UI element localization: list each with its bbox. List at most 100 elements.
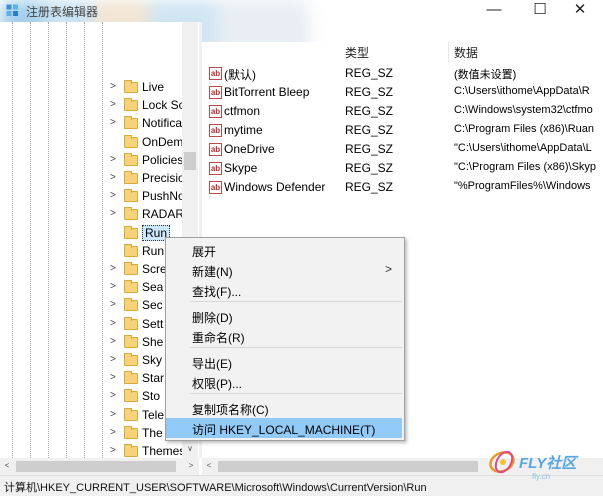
value-row[interactable]: ab ctfmon REG_SZ C:\Windows\system32\ctfmo [202,102,603,121]
tree-item-label: She [142,334,164,349]
expand-chevron-icon[interactable]: > [110,427,120,438]
value-type: REG_SZ [345,66,394,80]
expand-chevron-icon[interactable]: > [110,390,120,401]
tree-item-label: Themes [142,444,184,458]
expand-chevron-icon[interactable]: > [110,263,120,274]
context-menu-separator [190,347,402,348]
expand-chevron-icon[interactable]: > [110,372,120,383]
tree-item[interactable]: > Precisio [110,170,184,188]
context-menu-item[interactable]: 删除(D) [166,306,402,326]
tree-item-label: OnDem [142,134,184,149]
expand-chevron-icon[interactable]: > [110,354,120,365]
tree-guide-line [30,22,31,458]
tree-scroll-thumb[interactable] [184,152,196,170]
current-key-path: 计算机\HKEY_CURRENT_USER\SOFTWARE\Microsoft… [4,482,427,494]
value-row[interactable]: ab mytime REG_SZ C:\Program Files (x86)\Rua… [202,121,603,140]
value-name: (默认) [224,68,256,82]
value-name: BitTorrent Bleep [224,85,310,99]
tree-item-label: Policies [142,152,184,167]
value-data: C:\Windows\system32\ctfmo [454,104,593,116]
context-menu-item[interactable]: 导出(E) [166,352,402,372]
value-data: C:\Users\ithome\AppData\R [454,85,590,97]
value-name: mytime [224,123,263,137]
value-row[interactable]: ab BitTorrent Bleep REG_SZ C:\Users\ithome\… [202,83,603,102]
expand-chevron-icon[interactable]: > [110,281,120,292]
tree-horizontal-scrollbar[interactable]: < > [0,458,199,475]
expand-chevron-icon[interactable]: > [110,318,120,329]
tree-item-label: Lock Sc [142,98,184,113]
tree-item-label: Notifica [142,116,183,131]
tree-item-label: Tele [142,407,165,422]
folder-icon [124,152,138,166]
tree-item[interactable]: > Notifica [110,115,184,133]
tree-item[interactable]: > PushNo [110,188,184,206]
folder-icon [124,334,138,348]
value-name: ctfmon [224,104,261,118]
tree-item[interactable]: > Policies [110,152,184,170]
value-type: REG_SZ [345,142,394,156]
expand-chevron-icon[interactable]: > [110,117,120,128]
context-menu-item[interactable]: 复制项名称(C) [166,398,402,418]
list-hscroll-thumb[interactable] [218,461,478,472]
expand-chevron-icon[interactable]: > [110,299,120,310]
tree-hscroll-thumb[interactable] [16,461,176,472]
value-type: REG_SZ [345,161,394,175]
value-name: Windows Defender [224,180,326,194]
tree-item[interactable]: > Live [110,79,184,97]
expand-chevron-icon[interactable]: > [110,154,120,165]
context-menu-separator [190,393,402,394]
context-menu-item-label: 导出(E) [192,357,232,371]
context-menu-item[interactable]: 访问 HKEY_LOCAL_MACHINE(T) [166,418,402,438]
folder-icon [124,116,138,130]
string-value-icon: ab [209,143,222,156]
folder-icon [124,262,138,275]
close-button[interactable]: ✕ [557,0,603,22]
context-menu-item[interactable]: 查找(F)... [166,280,402,300]
tree-item-label: RADAR [142,207,184,222]
scroll-down-icon[interactable]: ∨ [184,444,196,456]
minimize-button[interactable]: — [471,0,517,22]
tree-item[interactable]: > Lock Sc [110,97,184,115]
context-menu-item[interactable]: 展开 [166,240,402,260]
folder-icon [124,371,138,385]
value-type: REG_SZ [345,123,394,137]
expand-chevron-icon[interactable]: > [110,409,120,420]
context-menu-item[interactable]: 重命名(R) [166,326,402,346]
context-menu-item-label: 展开 [192,245,217,259]
column-header-type[interactable]: 类型 [345,44,369,61]
folder-icon [124,134,138,148]
context-menu-separator [190,301,402,302]
submenu-arrow-icon: > [384,262,392,276]
expand-chevron-icon[interactable]: > [110,81,120,92]
column-separator[interactable] [448,42,449,62]
list-header: 类型 数据 [202,42,603,62]
value-data: "C:\Users\ithome\AppData\L [454,142,592,154]
expand-chevron-icon[interactable]: > [110,99,120,110]
value-type: REG_SZ [345,180,394,194]
context-menu-item[interactable]: 权限(P)... [166,372,402,392]
value-data: "C:\Program Files (x86)\Skyp [454,161,597,173]
scroll-right-icon[interactable]: > [186,461,196,470]
watermark-text: FLY社区 [519,455,577,472]
tree-guide-line [12,22,13,458]
value-row[interactable]: ab Windows Defender REG_SZ "%ProgramFiles%\… [202,178,603,197]
value-row[interactable]: ab (默认) REG_SZ (数值未设置) [202,64,603,83]
value-row[interactable]: ab Skype REG_SZ "C:\Program Files (x86)\Sky… [202,159,603,178]
context-menu-item-label: 权限(P)... [192,377,242,391]
column-header-data[interactable]: 数据 [454,44,478,61]
scroll-left-icon[interactable]: < [204,461,214,470]
tree-item[interactable]: OnDem [110,134,184,152]
string-value-icon: ab [209,124,222,137]
scroll-left-icon[interactable]: < [2,461,12,470]
value-data: "%ProgramFiles%\Windows [454,180,591,192]
tree-item[interactable]: > RADAR [110,206,184,224]
expand-chevron-icon[interactable]: > [110,208,120,219]
expand-chevron-icon[interactable]: > [110,172,120,183]
string-value-icon: ab [209,162,222,175]
context-menu-item[interactable]: 新建(N) > [166,260,402,280]
folder-icon [124,353,138,366]
expand-chevron-icon[interactable]: > [110,190,120,201]
expand-chevron-icon[interactable]: > [110,336,120,347]
value-row[interactable]: ab OneDrive REG_SZ "C:\Users\ithome\AppData… [202,140,603,159]
expand-chevron-icon[interactable]: > [110,445,120,456]
